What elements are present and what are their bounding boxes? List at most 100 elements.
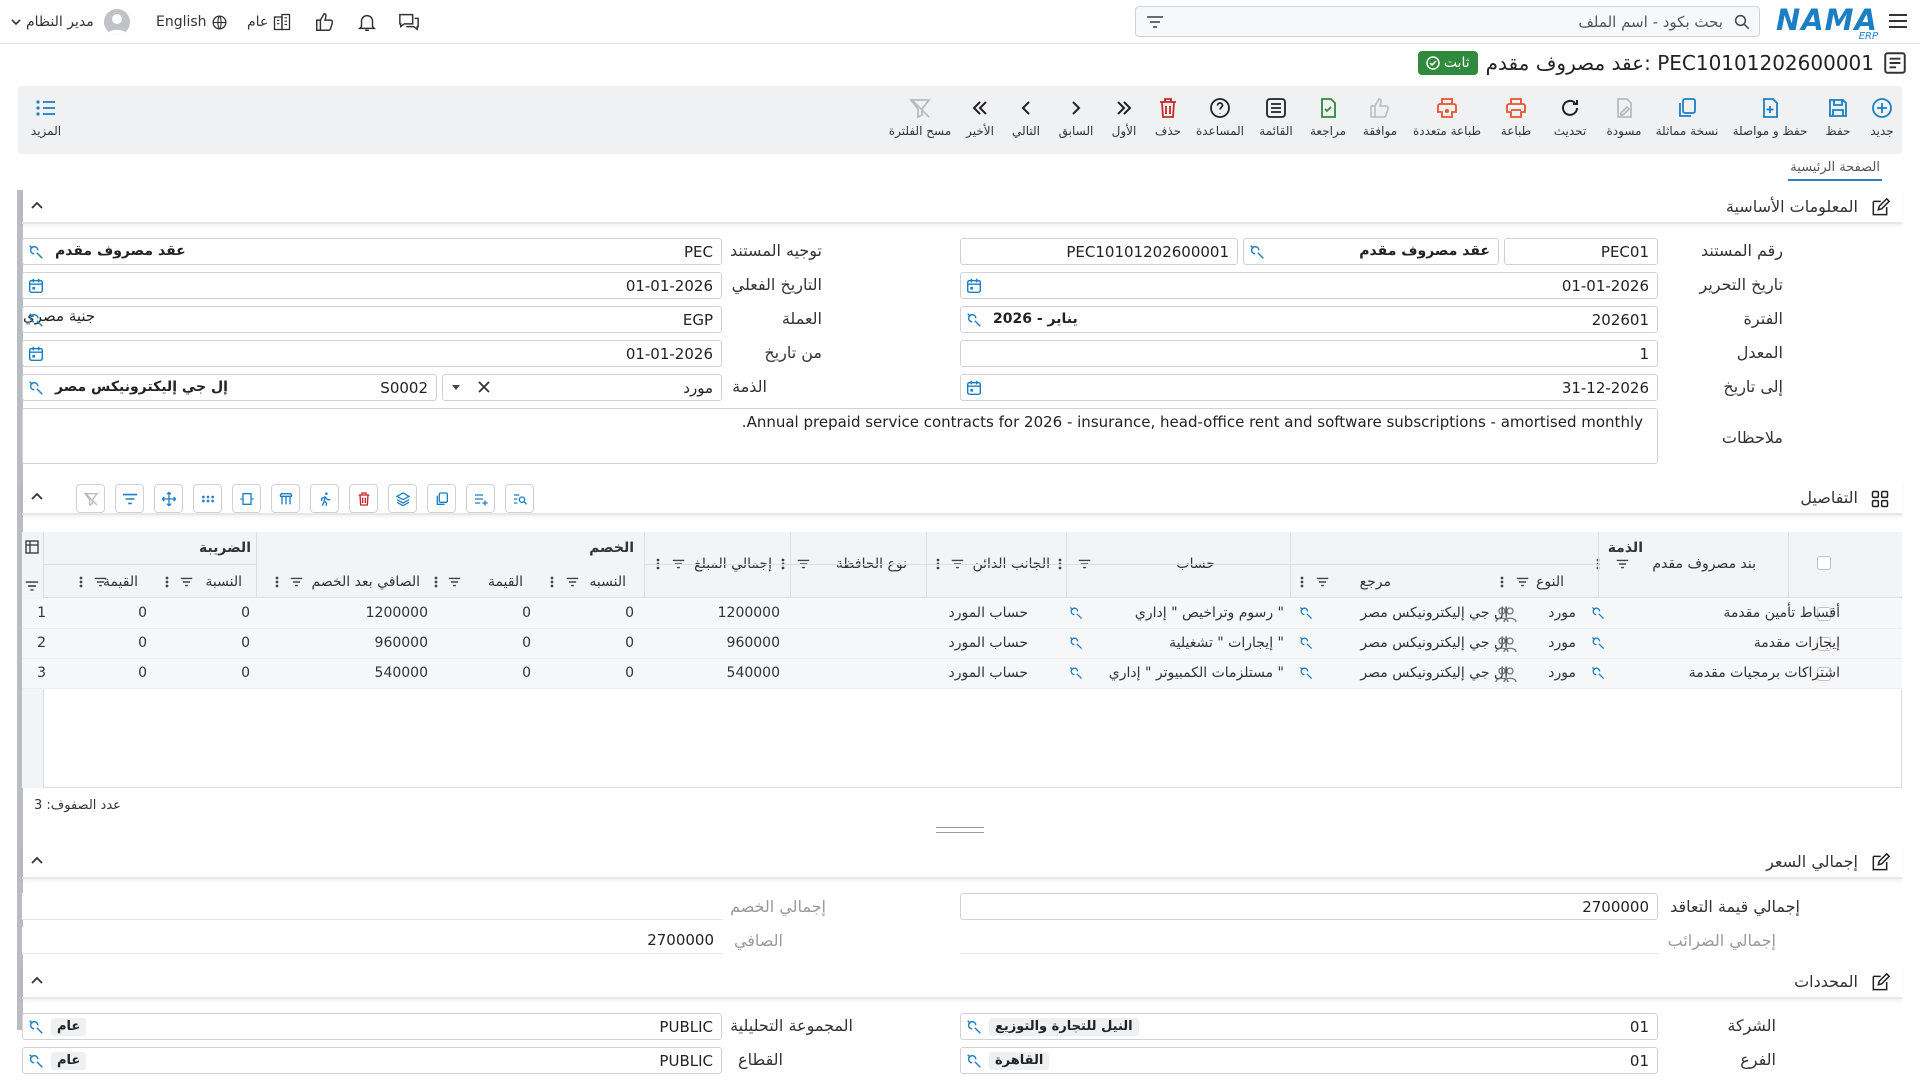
cell-disc-pct[interactable]: 0: [625, 665, 634, 681]
lookup-search-icon[interactable]: [1590, 635, 1606, 651]
more-button[interactable]: المزيد: [26, 96, 66, 138]
column-menu-icon[interactable]: [79, 576, 83, 588]
cell-account[interactable]: رسوم وتراخيص " إداري ": [1135, 605, 1284, 621]
branch-lookup[interactable]: 01 القاهرة: [960, 1047, 1658, 1074]
clear-filter-button[interactable]: مسح الفلترة: [888, 96, 952, 138]
sector-lookup[interactable]: PUBLIC عام: [22, 1047, 722, 1074]
cell-net[interactable]: 540000: [375, 665, 428, 681]
cell-total[interactable]: 540000: [727, 665, 780, 681]
delete-button[interactable]: حذف: [1150, 96, 1186, 138]
calendar-icon[interactable]: [27, 345, 45, 363]
header-item[interactable]: بند مصروف مقدم: [1652, 556, 1756, 572]
filter-icon[interactable]: [1146, 15, 1164, 29]
tab-main[interactable]: الصفحة الرئيسية: [1788, 160, 1882, 181]
global-search[interactable]: بحث بكود - اسم الملف: [1135, 6, 1760, 37]
save-button[interactable]: حفظ: [1818, 96, 1858, 138]
cell-item[interactable]: اشتراكات برمجيات مقدمة: [1689, 665, 1840, 681]
next-button[interactable]: التالي: [1008, 96, 1044, 138]
cell-n[interactable]: 3: [37, 665, 46, 681]
header-type[interactable]: النوع: [1536, 574, 1564, 590]
lookup-search-icon[interactable]: [1068, 665, 1084, 681]
party-type-select[interactable]: مورد: [442, 374, 722, 401]
rate-field[interactable]: 1: [960, 340, 1658, 367]
column-menu-icon[interactable]: [165, 576, 169, 588]
resize-handle[interactable]: [936, 827, 984, 833]
cell-disc-val[interactable]: 0: [522, 665, 531, 681]
tax-total-field[interactable]: [960, 927, 1658, 954]
lookup-search-icon[interactable]: [1248, 243, 1266, 261]
cell-account[interactable]: إيجارات " تشغيلية ": [1169, 635, 1284, 651]
lookup-search-icon[interactable]: [27, 311, 45, 329]
print-button[interactable]: طباعة: [1496, 96, 1536, 138]
cell-ref[interactable]: إل جي إليكترونيكس مصر: [1360, 605, 1508, 621]
like-icon[interactable]: [314, 0, 336, 44]
cell-disc-val[interactable]: 0: [522, 635, 531, 651]
cell-tax-pct[interactable]: 0: [241, 665, 250, 681]
column-filter-icon[interactable]: [448, 577, 461, 587]
cell-total[interactable]: 1200000: [718, 605, 780, 621]
cell-net[interactable]: 960000: [375, 635, 428, 651]
lookup-search-icon[interactable]: [965, 311, 983, 329]
cell-tax-val[interactable]: 0: [138, 635, 147, 651]
cell-ref[interactable]: إل جي إليكترونيكس مصر: [1360, 635, 1508, 651]
lookup-search-icon[interactable]: [1590, 665, 1606, 681]
lookup-search-icon[interactable]: [1298, 635, 1314, 651]
doc-type-lookup[interactable]: عقد مصروف مقدم: [1243, 238, 1499, 265]
grid-clear-filter-button[interactable]: [76, 484, 105, 513]
lookup-search-icon[interactable]: [27, 1052, 45, 1070]
refresh-button[interactable]: تحديث: [1550, 96, 1590, 138]
direction-field[interactable]: PEC عقد مصروف مقدم: [22, 238, 722, 265]
write-date-field[interactable]: 01-01-2026: [960, 272, 1658, 299]
doc-no-value-field[interactable]: PEC10101202600001: [960, 238, 1238, 265]
period-field[interactable]: 202601 2026 - يناير: [960, 306, 1658, 333]
cell-creditor[interactable]: حساب المورد: [948, 635, 1028, 651]
lookup-search-icon[interactable]: [1298, 605, 1314, 621]
column-filter-icon[interactable]: [94, 577, 107, 587]
menu-icon[interactable]: [1886, 9, 1910, 33]
filter-lines-icon[interactable]: [25, 580, 39, 592]
to-date-field[interactable]: 31-12-2026: [960, 374, 1658, 401]
cell-disc-pct[interactable]: 0: [625, 605, 634, 621]
calendar-icon[interactable]: [965, 379, 983, 397]
cell-ref[interactable]: إل جي إليكترونيكس مصر: [1360, 665, 1508, 681]
header-ref[interactable]: مرجع: [1360, 574, 1391, 590]
lookup-search-icon[interactable]: [27, 1018, 45, 1036]
column-menu-icon[interactable]: [550, 576, 554, 588]
cell-type[interactable]: مورد: [1548, 665, 1576, 681]
chevron-up-icon[interactable]: [30, 490, 44, 504]
columns-icon[interactable]: [25, 540, 39, 554]
analytic-lookup[interactable]: PUBLIC عام: [22, 1013, 722, 1040]
chevron-up-icon[interactable]: [30, 199, 44, 213]
draft-button[interactable]: مسودة: [1602, 96, 1646, 138]
cell-n[interactable]: 1: [37, 605, 46, 621]
lookup-search-icon[interactable]: [965, 1018, 983, 1036]
cell-creditor[interactable]: حساب المورد: [948, 605, 1028, 621]
user-menu[interactable]: مدير النظام: [10, 0, 130, 44]
header-net-after[interactable]: الصافي بعد الخصم: [312, 574, 420, 590]
actual-date-field[interactable]: 01-01-2026: [22, 272, 722, 299]
grid-add-rows-button[interactable]: [466, 484, 495, 513]
column-filter-icon[interactable]: [180, 577, 193, 587]
lookup-search-icon[interactable]: [27, 379, 45, 397]
header-disc-val[interactable]: القيمة: [488, 574, 523, 590]
save-and-continue-button[interactable]: حفظ و مواصلة: [1730, 96, 1810, 138]
cell-disc-val[interactable]: 0: [522, 605, 531, 621]
cell-creditor[interactable]: حساب المورد: [948, 665, 1028, 681]
chevron-up-icon[interactable]: [30, 974, 44, 988]
column-filter-icon[interactable]: [290, 577, 303, 587]
chat-icon[interactable]: [397, 0, 421, 44]
grid-delete-button[interactable]: [349, 484, 378, 513]
grid-search-button[interactable]: [505, 484, 534, 513]
first-button[interactable]: الأول: [1106, 96, 1142, 138]
cell-n[interactable]: 2: [37, 635, 46, 651]
grid-move-button[interactable]: [154, 484, 183, 513]
help-button[interactable]: المساعدة: [1194, 96, 1246, 138]
calendar-icon[interactable]: [27, 277, 45, 295]
duplicate-button[interactable]: نسخة مماثلة: [1652, 96, 1722, 138]
last-button[interactable]: الأخير: [962, 96, 998, 138]
grid-fit-button[interactable]: [232, 484, 261, 513]
lookup-search-icon[interactable]: [965, 1052, 983, 1070]
approve-button[interactable]: موافقة: [1358, 96, 1402, 138]
column-filter-icon[interactable]: [566, 577, 579, 587]
calendar-icon[interactable]: [965, 277, 983, 295]
